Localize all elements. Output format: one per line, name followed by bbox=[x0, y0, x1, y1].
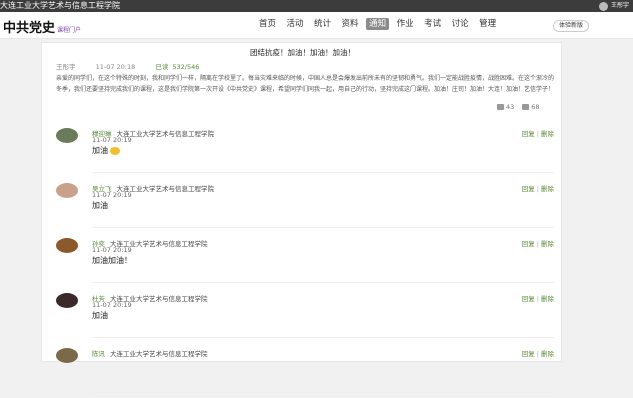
comment-text: 加油 bbox=[92, 145, 120, 156]
comment-time: 11-07 20:19 bbox=[92, 191, 132, 199]
user-avatar-icon bbox=[598, 1, 608, 11]
comment-actions: 回复 | 删除 bbox=[522, 128, 554, 138]
comment-item: 穆迎琳 大连工业大学艺术与信息工程学院 11-07 20:19 加油 回复 | 删除 bbox=[56, 128, 554, 178]
menu-item-notices[interactable]: 通知 bbox=[366, 18, 390, 30]
comment-divider bbox=[92, 172, 554, 173]
notice-body: 亲爱的同学们，在这个特殊的时刻，我和同学们一样，隔离在学校里了。每当灾难来临的时… bbox=[56, 75, 555, 93]
reply-link[interactable]: 回复 bbox=[522, 185, 535, 193]
notice-title: 团结抗疫！加油！加油！加油！ bbox=[250, 48, 355, 57]
commenter-avatar[interactable] bbox=[56, 348, 78, 363]
comment-item: 吴立飞 大连工业大学艺术与信息工程学院 11-07 20:19 加油 回复 | 删除 bbox=[56, 183, 554, 233]
comment-icon[interactable] bbox=[522, 104, 530, 110]
comment-time: 11-07 20:19 bbox=[92, 136, 132, 144]
course-menu: 首页 活动 统计 资料 通知 作业 考试 讨论 管理 bbox=[256, 18, 504, 30]
menu-item-homework[interactable]: 作业 bbox=[394, 18, 417, 30]
comment-item: 陈讯 大连工业大学艺术与信息工程学院 回复 | 删除 bbox=[56, 348, 554, 398]
menu-item-exam[interactable]: 考试 bbox=[421, 18, 444, 30]
comment-divider bbox=[92, 392, 554, 393]
comment-count: 68 bbox=[531, 103, 540, 111]
action-separator: | bbox=[536, 185, 539, 193]
read-label: 已读 bbox=[155, 63, 169, 71]
comment-actions: 回复 | 删除 bbox=[522, 183, 554, 193]
course-portal-link[interactable]: 课程门户 bbox=[57, 27, 81, 34]
commenter-avatar[interactable] bbox=[56, 293, 78, 308]
comment-text-content: 加油 bbox=[92, 311, 108, 320]
comment-text-content: 加油加油！ bbox=[92, 256, 132, 265]
comment-divider bbox=[92, 337, 554, 338]
read-status[interactable]: 已读 532/546 bbox=[155, 63, 199, 71]
delete-link[interactable]: 删除 bbox=[541, 185, 554, 193]
course-title: 中共党史 bbox=[3, 21, 56, 36]
comment-text: 加油 bbox=[92, 200, 108, 211]
like-icon[interactable] bbox=[497, 104, 504, 110]
comment-text-content: 加油 bbox=[92, 146, 108, 155]
comment-item: 杜芳 大连工业大学艺术与信息工程学院 11-07 20:19 加油 回复 | 删除 bbox=[56, 293, 554, 343]
commenter-avatar[interactable] bbox=[56, 183, 78, 198]
trial-new-version-button[interactable]: 体验新版 bbox=[553, 20, 590, 32]
user-menu[interactable]: 王彤宇 bbox=[598, 0, 629, 12]
delete-link[interactable]: 删除 bbox=[541, 240, 554, 248]
action-separator: | bbox=[536, 240, 539, 248]
menu-item-materials[interactable]: 资料 bbox=[339, 18, 362, 30]
reply-link[interactable]: 回复 bbox=[522, 295, 535, 303]
comment-time: 11-07 20:19 bbox=[92, 301, 132, 309]
comment-divider bbox=[92, 227, 554, 228]
thumbs-up-emoji-icon bbox=[110, 146, 120, 155]
read-count: 532/546 bbox=[172, 63, 200, 71]
menu-item-home[interactable]: 首页 bbox=[256, 18, 279, 30]
notice-meta: 王彤宇 11-07 20:18 已读 532/546 bbox=[56, 61, 217, 71]
course-navbar: 中共党史 课程门户 首页 活动 统计 资料 通知 作业 考试 讨论 管理 体验新版 bbox=[0, 12, 633, 39]
commenter-avatar[interactable] bbox=[56, 128, 78, 143]
course-brand: 中共党史 课程门户 bbox=[3, 17, 81, 36]
delete-link[interactable]: 删除 bbox=[541, 295, 554, 303]
comment-item: 孙奕 大连工业大学艺术与信息工程学院 11-07 20:19 加油加油！ 回复 | 删除 bbox=[56, 238, 554, 288]
action-separator: | bbox=[536, 295, 539, 303]
comment-text: 加油 bbox=[92, 310, 108, 321]
menu-item-discussion[interactable]: 讨论 bbox=[449, 18, 472, 30]
comment-time: 11-07 20:19 bbox=[92, 246, 132, 254]
reply-link[interactable]: 回复 bbox=[522, 130, 535, 138]
comment-text-content: 加油 bbox=[92, 201, 108, 210]
comment-text: 加油加油！ bbox=[92, 255, 132, 266]
commenter-avatar[interactable] bbox=[56, 238, 78, 253]
site-name: 大连工业大学艺术与信息工程学院 bbox=[0, 1, 120, 10]
user-name: 王彤宇 bbox=[610, 2, 629, 9]
notice-date: 11-07 20:18 bbox=[95, 63, 136, 71]
notice-stats: 43 68 bbox=[497, 103, 540, 111]
menu-item-manage[interactable]: 管理 bbox=[476, 18, 499, 30]
menu-item-statistics[interactable]: 统计 bbox=[311, 18, 334, 30]
like-count: 43 bbox=[506, 103, 515, 111]
notice-author: 王彤宇 bbox=[56, 63, 76, 71]
notice-panel: 团结抗疫！加油！加油！加油！ 王彤宇 11-07 20:18 已读 532/546… bbox=[41, 42, 562, 393]
comment-divider bbox=[92, 282, 554, 283]
delete-link[interactable]: 删除 bbox=[541, 130, 554, 138]
comment-actions: 回复 | 删除 bbox=[522, 238, 554, 248]
action-separator: | bbox=[536, 130, 539, 138]
top-bar: 大连工业大学艺术与信息工程学院 王彤宇 bbox=[0, 0, 633, 12]
menu-item-activity[interactable]: 活动 bbox=[284, 18, 307, 30]
comment-actions: 回复 | 删除 bbox=[522, 293, 554, 303]
reply-link[interactable]: 回复 bbox=[522, 240, 535, 248]
